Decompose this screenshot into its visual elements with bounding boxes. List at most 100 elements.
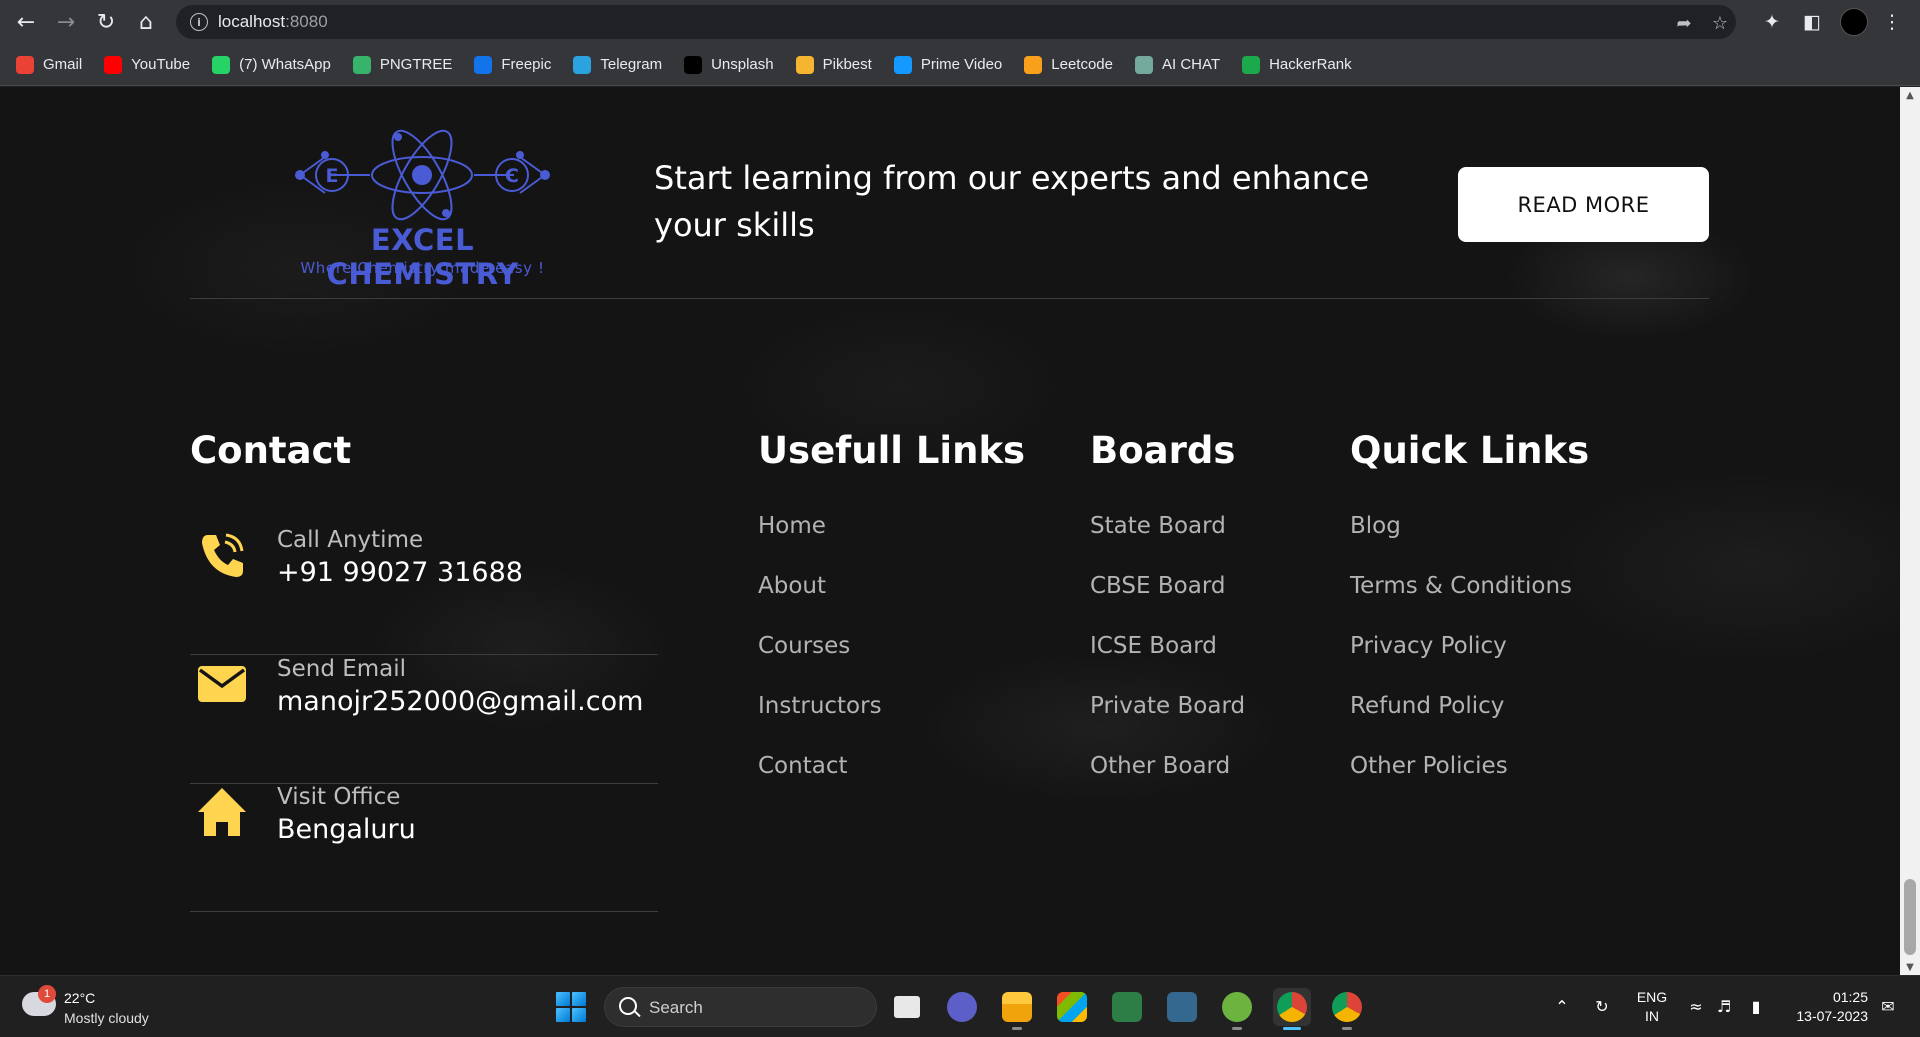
- spring-tools-icon[interactable]: [1218, 988, 1256, 1030]
- bookmark-item[interactable]: AI CHAT: [1135, 55, 1221, 74]
- scroll-up-arrow-icon[interactable]: ▲: [1900, 87, 1920, 103]
- weather-widget[interactable]: 1 22°C Mostly cloudy: [20, 984, 170, 1030]
- scroll-down-arrow-icon[interactable]: ▼: [1900, 959, 1920, 975]
- contact-email-row[interactable]: Send Email manojr252000@gmail.com: [190, 656, 658, 784]
- bookmark-item[interactable]: Prime Video: [893, 55, 1003, 74]
- bookmark-label: HackerRank: [1269, 56, 1352, 73]
- useful-link-contact[interactable]: Contact: [758, 753, 882, 813]
- bookmark-item[interactable]: Leetcode: [1024, 55, 1113, 74]
- bookmark-label: Unsplash: [711, 56, 774, 73]
- extensions-icon[interactable]: ✦: [1758, 8, 1786, 36]
- system-clock[interactable]: 01:25 13-07-2023: [1782, 988, 1868, 1026]
- useful-link-about[interactable]: About: [758, 573, 882, 633]
- bookmark-item[interactable]: Pikbest: [795, 55, 872, 74]
- url-port: :8080: [285, 12, 328, 31]
- gmail-icon: [16, 55, 34, 74]
- battery-icon[interactable]: ▮: [1744, 994, 1768, 1018]
- phone-icon: [202, 533, 244, 577]
- useful-link-instructors[interactable]: Instructors: [758, 693, 882, 753]
- quick-links-heading: Quick Links: [1350, 429, 1590, 472]
- hackerrank-icon: [1242, 55, 1261, 74]
- bookmark-label: AI CHAT: [1162, 56, 1221, 73]
- quick-link-blog[interactable]: Blog: [1350, 513, 1572, 573]
- contact-office-row[interactable]: Visit Office Bengaluru: [190, 784, 658, 912]
- url-text[interactable]: localhost:8080: [218, 12, 328, 32]
- chrome-icon[interactable]: [1273, 988, 1311, 1030]
- tray-overflow-chevron-icon[interactable]: ⌃: [1550, 994, 1574, 1018]
- bookmark-star-icon[interactable]: ☆: [1708, 11, 1732, 35]
- share-icon[interactable]: ➦: [1672, 11, 1696, 35]
- logo-letter-c: C: [505, 165, 519, 187]
- page-scrollbar[interactable]: ▲ ▼: [1900, 87, 1920, 975]
- bookmark-label: Prime Video: [920, 56, 1003, 73]
- board-link-private[interactable]: Private Board: [1090, 693, 1245, 753]
- bookmark-label: Gmail: [43, 56, 83, 73]
- board-link-cbse[interactable]: CBSE Board: [1090, 573, 1245, 633]
- divider: [190, 298, 1709, 299]
- board-link-state[interactable]: State Board: [1090, 513, 1245, 573]
- bookmark-item[interactable]: Unsplash: [684, 55, 774, 74]
- mysql-workbench-icon[interactable]: [1163, 988, 1201, 1026]
- useful-link-courses[interactable]: Courses: [758, 633, 882, 693]
- quick-link-privacy[interactable]: Privacy Policy: [1350, 633, 1572, 693]
- unsplash-icon: [684, 55, 703, 74]
- sync-icon[interactable]: ↻: [1590, 994, 1614, 1018]
- ai-chat-icon: [1135, 55, 1153, 74]
- address-bar[interactable]: i localhost:8080 ➦ ☆: [176, 5, 1736, 39]
- bookmark-item[interactable]: Freepic: [474, 55, 551, 74]
- taskbar-search-label: Search: [649, 998, 703, 1017]
- bookmark-item[interactable]: HackerRank: [1242, 55, 1352, 74]
- bookmark-label: Telegram: [600, 56, 663, 73]
- volume-icon[interactable]: ♬: [1712, 994, 1736, 1018]
- bookmark-item[interactable]: Telegram: [573, 55, 663, 74]
- notification-bell-icon[interactable]: ✉: [1876, 994, 1900, 1018]
- task-view-icon[interactable]: [888, 988, 926, 1026]
- wifi-icon[interactable]: ≈: [1684, 994, 1708, 1018]
- freepik-icon: [474, 55, 493, 74]
- contact-email-label: Send Email: [277, 656, 407, 682]
- site-info-icon[interactable]: i: [190, 13, 208, 31]
- pikbest-icon: [795, 55, 814, 74]
- leetcode-icon: [1024, 55, 1043, 74]
- file-explorer-icon[interactable]: [998, 988, 1036, 1030]
- browser-toolbar: ← → ↻ ⌂ i localhost:8080 ➦ ☆ ✦ ◧ ⋮: [0, 0, 1920, 44]
- brand-logo[interactable]: E C EXCEL CHEMISTRY Where Chemistry made…: [270, 127, 575, 291]
- bookmark-item[interactable]: (7) WhatsApp: [212, 55, 331, 74]
- chrome-profile-icon[interactable]: [1328, 988, 1366, 1030]
- quick-link-terms[interactable]: Terms & Conditions: [1350, 573, 1572, 633]
- microsoft-store-icon[interactable]: [1053, 988, 1091, 1026]
- forward-arrow-icon[interactable]: →: [52, 8, 80, 36]
- read-more-button[interactable]: READ MORE: [1458, 167, 1709, 242]
- prime-video-icon: [893, 55, 912, 74]
- side-panel-icon[interactable]: ◧: [1798, 8, 1826, 36]
- back-arrow-icon[interactable]: ←: [12, 8, 40, 36]
- installer-app-icon[interactable]: [1108, 988, 1146, 1026]
- reload-icon[interactable]: ↻: [92, 8, 120, 36]
- contact-phone-value[interactable]: +91 99027 31688: [277, 557, 523, 588]
- board-link-icse[interactable]: ICSE Board: [1090, 633, 1245, 693]
- contact-call-row[interactable]: Call Anytime +91 99027 31688: [190, 527, 658, 655]
- youtube-icon: [104, 55, 123, 74]
- atom-logo-icon: E C: [295, 129, 550, 221]
- home-icon[interactable]: ⌂: [132, 8, 160, 36]
- bookmark-item[interactable]: YouTube: [104, 55, 190, 74]
- useful-link-home[interactable]: Home: [758, 513, 882, 573]
- input-language[interactable]: ENG IN: [1634, 988, 1670, 1026]
- page-viewport: E C EXCEL CHEMISTRY Where Chemistry made…: [0, 87, 1900, 975]
- region-code: IN: [1645, 1008, 1659, 1024]
- contact-email-value[interactable]: manojr252000@gmail.com: [277, 686, 643, 717]
- scroll-thumb[interactable]: [1904, 879, 1916, 955]
- bookmarks-bar: Gmail YouTube (7) WhatsApp PNGTREE Freepic Te…: [0, 44, 1920, 86]
- bookmark-item[interactable]: Gmail: [16, 55, 83, 74]
- taskbar-search[interactable]: Search: [604, 987, 877, 1027]
- profile-avatar[interactable]: [1840, 8, 1868, 36]
- bookmark-item[interactable]: PNGTREE: [352, 55, 452, 74]
- windows-start-icon[interactable]: [556, 992, 586, 1022]
- menu-kebab-icon[interactable]: ⋮: [1878, 8, 1906, 36]
- board-link-other[interactable]: Other Board: [1090, 753, 1245, 813]
- clock-time: 01:25: [1832, 989, 1868, 1005]
- quick-link-other-policies[interactable]: Other Policies: [1350, 753, 1572, 813]
- quick-link-refund[interactable]: Refund Policy: [1350, 693, 1572, 753]
- weather-temperature: 22°C: [64, 990, 96, 1006]
- teams-chat-icon[interactable]: [943, 988, 981, 1026]
